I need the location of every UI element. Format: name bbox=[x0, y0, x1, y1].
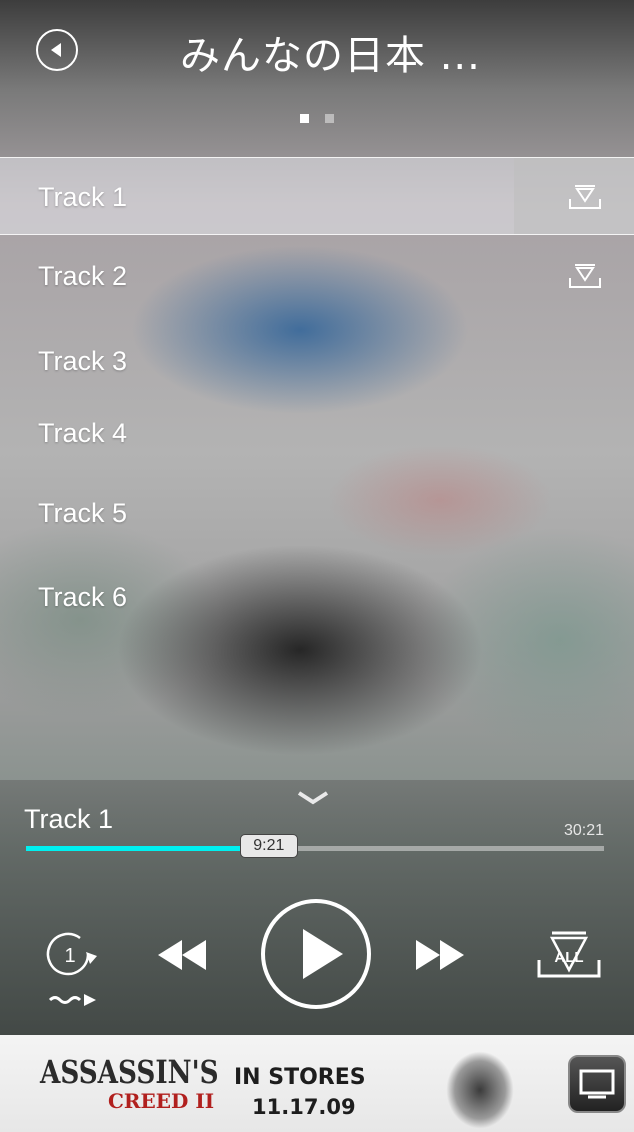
track-label: Track 4 bbox=[38, 418, 128, 448]
progress-fill bbox=[26, 846, 240, 851]
track-label: Track 6 bbox=[38, 582, 128, 612]
download-all-icon[interactable]: ALL bbox=[536, 930, 602, 980]
ad-banner[interactable]: ASSASSIN'S CREED II IN STORES 11.17.09 bbox=[0, 1035, 634, 1132]
repeat-count: 1 bbox=[64, 945, 75, 967]
ad-stores-text: IN STORES bbox=[234, 1065, 366, 1090]
track-row[interactable]: Track 1 bbox=[0, 157, 634, 235]
download-icon[interactable] bbox=[568, 263, 602, 289]
track-row[interactable]: Track 4 bbox=[0, 394, 634, 472]
track-row[interactable]: Track 5 bbox=[0, 474, 634, 552]
ad-subtitle: CREED II bbox=[108, 1089, 215, 1113]
ad-brand: ASSASSIN'S bbox=[40, 1053, 219, 1091]
track-row[interactable]: Track 6 bbox=[0, 558, 634, 636]
page-title: みんなの日本 ... bbox=[180, 33, 481, 79]
page-dot-inactive[interactable] bbox=[325, 114, 334, 123]
header: みんなの日本 ... bbox=[0, 0, 634, 100]
now-playing-title: Track 1 bbox=[24, 804, 114, 834]
collapse-chevron-icon[interactable] bbox=[296, 788, 330, 806]
page-dot-active[interactable] bbox=[300, 114, 309, 123]
total-duration: 30:21 bbox=[563, 822, 604, 839]
repeat-one-icon[interactable]: 1 bbox=[44, 930, 100, 1012]
track-label: Track 2 bbox=[38, 261, 128, 291]
progress-thumb[interactable]: 9:21 bbox=[239, 834, 298, 858]
play-button[interactable] bbox=[259, 897, 373, 1011]
download-icon[interactable] bbox=[568, 184, 602, 210]
rewind-icon[interactable] bbox=[154, 936, 210, 974]
tv-screen-icon bbox=[579, 1069, 615, 1099]
track-row[interactable]: Track 3 bbox=[0, 322, 634, 400]
back-arrow-icon bbox=[51, 43, 61, 57]
track-label: Track 3 bbox=[38, 346, 128, 376]
back-button[interactable] bbox=[36, 29, 78, 71]
tv-icon[interactable] bbox=[568, 1055, 626, 1113]
track-row[interactable]: Track 2 bbox=[0, 237, 634, 315]
ad-date: 11.17.09 bbox=[252, 1095, 356, 1119]
player-panel: Track 1 30:21 9:21 1 ALL bbox=[0, 780, 634, 1035]
ad-character-image bbox=[420, 1035, 540, 1132]
track-label: Track 5 bbox=[38, 498, 128, 528]
fast-forward-icon[interactable] bbox=[412, 936, 468, 974]
track-label: Track 1 bbox=[38, 182, 128, 212]
progress-bar[interactable]: 9:21 bbox=[26, 834, 604, 858]
page-indicator bbox=[300, 114, 334, 123]
download-all-label: ALL bbox=[554, 949, 583, 966]
